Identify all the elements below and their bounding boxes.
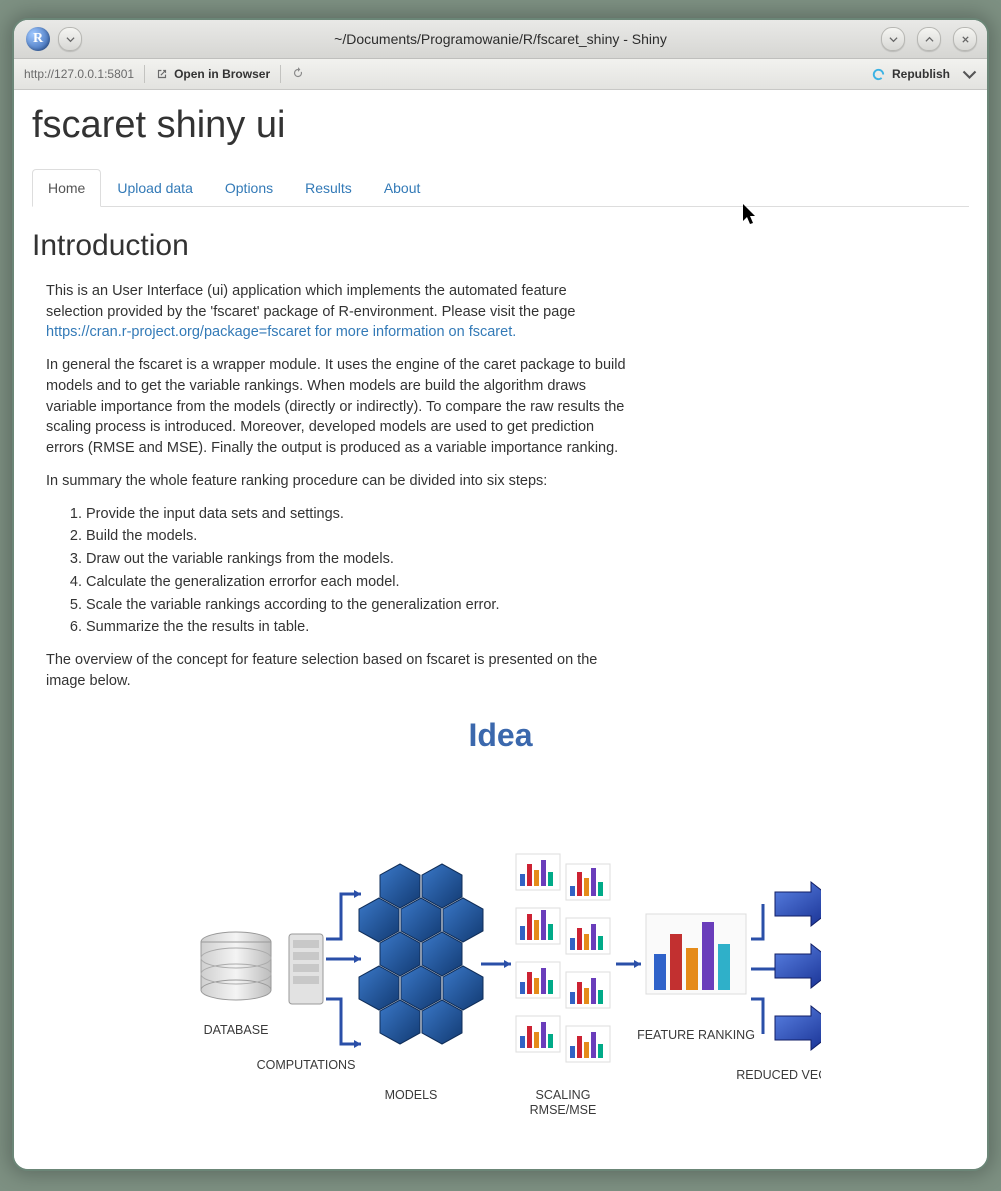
- tab-about[interactable]: About: [368, 169, 437, 207]
- window-titlebar: R ~/Documents/Programowanie/R/fscaret_sh…: [14, 20, 987, 59]
- intro-body: This is an User Interface (ui) applicati…: [32, 281, 626, 691]
- reload-icon: [291, 66, 305, 80]
- step-item: Calculate the generalization errorfor ea…: [86, 572, 626, 593]
- diagram-svg: DATABASE COMPUTATIONS: [181, 794, 821, 1134]
- intro-paragraph-3: In summary the whole feature ranking pro…: [46, 471, 626, 492]
- titlebar-chevron-icon[interactable]: [58, 27, 82, 51]
- server-icon: [289, 934, 323, 1004]
- republish-button[interactable]: Republish: [871, 67, 977, 82]
- toolbar-separator: [144, 65, 145, 83]
- republish-icon: [871, 67, 886, 82]
- scaling-label-2: RMSE/MSE: [529, 1103, 596, 1117]
- reload-button[interactable]: [291, 66, 305, 83]
- chevron-down-icon: [962, 67, 977, 82]
- models-label: MODELS: [384, 1088, 437, 1102]
- feature-ranking-label: FEATURE RANKING: [637, 1028, 755, 1042]
- computations-label: COMPUTATIONS: [256, 1058, 355, 1072]
- url-display: http://127.0.0.1:5801: [24, 67, 134, 81]
- external-window-icon: [155, 67, 169, 81]
- page-title: fscaret shiny ui: [32, 104, 969, 147]
- tab-options[interactable]: Options: [209, 169, 289, 207]
- browser-toolbar: http://127.0.0.1:5801 Open in Browser Re…: [14, 59, 987, 90]
- steps-list: Provide the input data sets and settings…: [46, 504, 626, 638]
- minimize-button[interactable]: [881, 27, 905, 51]
- feature-ranking-chart-icon: [646, 914, 746, 994]
- database-label: DATABASE: [203, 1023, 268, 1037]
- intro-paragraph-4: The overview of the concept for feature …: [46, 650, 626, 691]
- tab-upload-data[interactable]: Upload data: [101, 169, 209, 207]
- tab-results[interactable]: Results: [289, 169, 368, 207]
- window-title: ~/Documents/Programowanie/R/fscaret_shin…: [334, 31, 667, 47]
- diagram-title: Idea: [32, 717, 969, 754]
- main-tabs: Home Upload data Options Results About: [32, 169, 969, 207]
- intro-text-1: This is an User Interface (ui) applicati…: [46, 283, 575, 320]
- database-icon: [201, 932, 271, 1000]
- r-logo-icon: R: [26, 27, 50, 51]
- intro-paragraph-2: In general the fscaret is a wrapper modu…: [46, 355, 626, 459]
- intro-paragraph-1: This is an User Interface (ui) applicati…: [46, 281, 626, 343]
- republish-label: Republish: [892, 67, 950, 81]
- step-item: Build the models.: [86, 526, 626, 547]
- open-in-browser-button[interactable]: Open in Browser: [155, 67, 270, 81]
- scaling-label-1: SCALING: [535, 1088, 590, 1102]
- scaling-charts-icon: [516, 854, 610, 1062]
- step-item: Summarize the the results in table.: [86, 617, 626, 638]
- maximize-button[interactable]: [917, 27, 941, 51]
- step-item: Draw out the variable rankings from the …: [86, 549, 626, 570]
- open-in-browser-label: Open in Browser: [174, 67, 270, 81]
- tab-home[interactable]: Home: [32, 169, 101, 207]
- models-hex-cluster: [359, 864, 483, 1044]
- toolbar-separator: [280, 65, 281, 83]
- step-item: Provide the input data sets and settings…: [86, 504, 626, 525]
- cran-link[interactable]: https://cran.r-project.org/package=fscar…: [46, 324, 516, 340]
- step-item: Scale the variable rankings according to…: [86, 595, 626, 616]
- section-heading: Introduction: [32, 229, 969, 263]
- reduced-vectors-label: REDUCED VECTORS: [736, 1068, 821, 1082]
- close-button[interactable]: [953, 27, 977, 51]
- concept-diagram: Idea: [32, 717, 969, 1139]
